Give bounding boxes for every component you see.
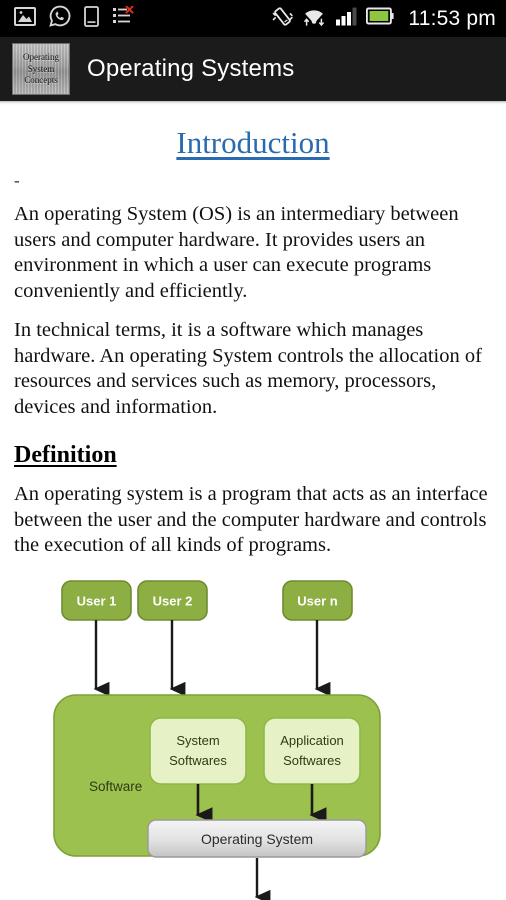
user-box-1: User 1 — [61, 580, 132, 621]
gallery-icon — [14, 6, 36, 31]
paragraph-2: In technical terms, it is a software whi… — [14, 319, 482, 418]
app-icon-line-1: Operating — [23, 52, 59, 63]
battery-icon — [366, 7, 394, 30]
system-softwares-label-line1: System — [176, 733, 219, 748]
user-box-2-label: User 2 — [153, 593, 193, 608]
page-title: Operating Systems — [87, 55, 295, 82]
whatsapp-icon — [49, 5, 71, 32]
status-bar-notification-icons — [14, 5, 134, 32]
app-action-bar: Operating System Concepts Operating Syst… — [0, 37, 506, 101]
document-content[interactable]: Introduction - An operating System (OS) … — [0, 105, 506, 900]
operating-system-box: Operating System — [147, 819, 367, 858]
section-heading-definition: Definition — [14, 442, 117, 468]
vibrate-icon — [272, 6, 294, 32]
paragraph-3: An operating system is a program that ac… — [14, 483, 488, 557]
task-list-error-icon — [112, 5, 134, 32]
system-softwares-label-line2: Softwares — [169, 753, 227, 768]
operating-system-label: Operating System — [201, 831, 313, 847]
software-container-label: Software — [89, 779, 142, 794]
document-heading: Introduction — [176, 125, 330, 160]
paragraph-1: An operating System (OS) is an intermedi… — [14, 203, 459, 302]
signal-bars-icon — [335, 7, 357, 31]
user-box-1-label: User 1 — [77, 593, 117, 608]
status-bar-system-icons: 11:53 pm — [272, 6, 496, 32]
user-box-n-label: User n — [297, 593, 338, 608]
application-softwares-label-line2: Softwares — [283, 753, 341, 768]
system-softwares-box: System Softwares — [149, 717, 247, 785]
application-softwares-box: Application Softwares — [263, 717, 361, 785]
device-icon — [84, 5, 99, 32]
user-box-2: User 2 — [137, 580, 208, 621]
status-bar: 11:53 pm — [0, 0, 506, 37]
app-icon-line-3: Concepts — [24, 75, 58, 86]
app-icon-line-2: System — [27, 63, 55, 74]
dash-mark: - — [14, 171, 20, 190]
status-bar-clock: 11:53 pm — [408, 6, 496, 30]
os-architecture-diagram: User 1 User 2 User n Software System Sof… — [34, 571, 394, 900]
application-softwares-label-line1: Application — [280, 733, 344, 748]
user-box-n: User n — [282, 580, 353, 621]
wifi-data-icon — [302, 6, 326, 31]
app-icon[interactable]: Operating System Concepts — [12, 43, 70, 95]
